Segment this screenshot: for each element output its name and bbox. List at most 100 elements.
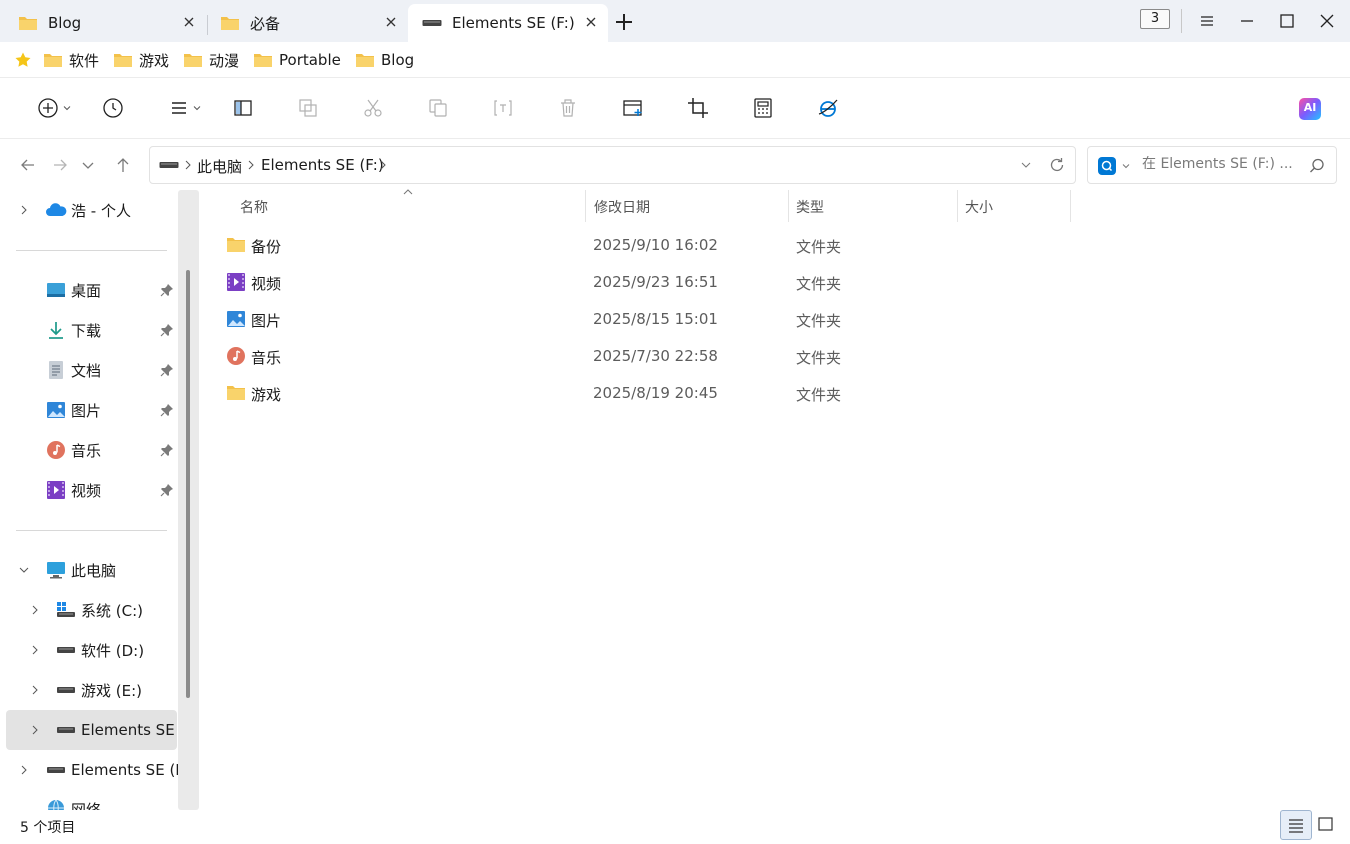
favorite-item[interactable]: 软件 (43, 49, 99, 71)
sidebar-item-videos[interactable]: 视频 (0, 470, 178, 510)
favorite-item[interactable]: Portable (253, 49, 341, 71)
tab-label: 必备 (250, 14, 281, 33)
column-divider[interactable] (788, 190, 789, 222)
details-view-button[interactable] (1280, 810, 1312, 840)
favorite-item[interactable]: 游戏 (113, 49, 169, 71)
tab-bibei[interactable]: 必备 (206, 4, 408, 42)
column-divider[interactable] (1070, 190, 1071, 222)
file-row[interactable]: 图片 2025/8/15 15:01 文件夹 (214, 301, 1338, 338)
chevron-right-icon[interactable] (378, 160, 388, 170)
menu-icon[interactable] (1196, 10, 1218, 32)
chevron-down-icon[interactable] (18, 564, 30, 576)
pin-icon[interactable] (160, 363, 174, 377)
copy-path-icon[interactable] (296, 96, 320, 120)
sidebar-item-music[interactable]: 音乐 (0, 430, 178, 470)
cut-icon[interactable] (361, 96, 385, 120)
chevron-right-icon[interactable] (18, 764, 30, 776)
chevron-down-icon[interactable] (1122, 162, 1130, 170)
chevron-down-icon[interactable] (193, 104, 201, 112)
calculator-icon[interactable] (751, 96, 775, 120)
close-icon[interactable] (384, 15, 398, 29)
new-window-icon[interactable] (621, 96, 645, 120)
file-row[interactable]: 游戏 2025/8/19 20:45 文件夹 (214, 375, 1338, 412)
column-divider[interactable] (585, 190, 586, 222)
sidebar-item-drive-c[interactable]: 系统 (C:) (0, 590, 178, 630)
preview-pane-icon[interactable] (231, 96, 255, 120)
computer-icon (46, 560, 66, 580)
sidebar-label: Elements SE ( (81, 721, 177, 739)
large-icons-view-button[interactable] (1313, 810, 1339, 840)
column-header-name[interactable]: 名称 (240, 197, 268, 217)
new-item-icon[interactable] (36, 96, 60, 120)
chevron-down-icon[interactable] (63, 104, 71, 112)
chevron-right-icon[interactable] (29, 644, 41, 656)
up-button[interactable] (112, 154, 134, 176)
close-icon[interactable] (182, 15, 196, 29)
refresh-icon[interactable] (1047, 155, 1067, 175)
file-row[interactable]: 音乐 2025/7/30 22:58 文件夹 (214, 338, 1338, 375)
new-tab-button[interactable] (612, 10, 636, 34)
crop-icon[interactable] (686, 96, 710, 120)
sidebar-item-external-drive[interactable]: Elements SE (F: (0, 750, 178, 790)
pictures-icon (46, 400, 66, 420)
sidebar-item-documents[interactable]: 文档 (0, 350, 178, 390)
ai-assistant-button[interactable]: AI (1299, 98, 1321, 120)
maximize-button[interactable] (1276, 10, 1298, 32)
sidebar-item-pictures[interactable]: 图片 (0, 390, 178, 430)
cloud-icon (45, 200, 67, 220)
close-window-button[interactable] (1316, 10, 1338, 32)
rename-icon[interactable] (491, 96, 515, 120)
windows-drive-icon (56, 600, 76, 620)
delete-icon[interactable] (556, 96, 580, 120)
breadcrumb-drive[interactable]: Elements SE (F:) (261, 156, 384, 174)
pin-icon[interactable] (160, 403, 174, 417)
search-box[interactable] (1087, 146, 1337, 184)
sidebar-item-drive-e[interactable]: 游戏 (E:) (0, 670, 178, 710)
copy-icon[interactable] (426, 96, 450, 120)
tab-blog[interactable]: Blog (4, 4, 208, 42)
column-header-modified[interactable]: 修改日期 (594, 197, 650, 217)
recent-locations-button[interactable] (77, 154, 99, 176)
chevron-down-icon[interactable] (1020, 159, 1032, 171)
favorite-item[interactable]: Blog (355, 49, 414, 71)
tab-count-badge[interactable]: 3 (1140, 9, 1170, 29)
back-button[interactable] (17, 154, 39, 176)
sidebar-item-this-pc[interactable]: 此电脑 (0, 550, 178, 590)
chevron-right-icon[interactable] (29, 724, 41, 736)
scrollbar-thumb[interactable] (186, 270, 190, 698)
column-divider[interactable] (957, 190, 958, 222)
chevron-right-icon[interactable] (183, 160, 193, 170)
pin-icon[interactable] (160, 323, 174, 337)
tab-elements-se[interactable]: Elements SE (F:) (408, 4, 608, 42)
favorite-item[interactable]: 动漫 (183, 49, 239, 71)
search-icon[interactable] (1308, 157, 1326, 175)
pin-icon[interactable] (160, 283, 174, 297)
file-row[interactable]: 备份 2025/9/10 16:02 文件夹 (214, 227, 1338, 264)
sidebar-item-desktop[interactable]: 桌面 (0, 270, 178, 310)
chevron-right-icon[interactable] (246, 160, 256, 170)
chevron-right-icon[interactable] (18, 204, 30, 216)
chevron-right-icon[interactable] (29, 604, 41, 616)
browser-icon[interactable] (816, 96, 840, 120)
close-icon[interactable] (584, 15, 598, 29)
file-row[interactable]: 视频 2025/9/23 16:51 文件夹 (214, 264, 1338, 301)
forward-button[interactable] (49, 154, 71, 176)
search-input[interactable] (1142, 156, 1302, 172)
pictures-icon (226, 309, 246, 329)
sidebar-item-drive-f[interactable]: Elements SE ( (6, 710, 177, 750)
chevron-right-icon[interactable] (29, 684, 41, 696)
view-menu-icon[interactable] (167, 96, 191, 120)
sidebar-item-downloads[interactable]: 下载 (0, 310, 178, 350)
column-header-type[interactable]: 类型 (796, 197, 824, 217)
minimize-button[interactable] (1236, 10, 1258, 32)
sidebar-item-onedrive[interactable]: 浩 - 个人 (0, 190, 178, 230)
sidebar-item-network[interactable]: 网络 (0, 790, 178, 810)
favorite-label: 动漫 (209, 51, 240, 70)
pin-icon[interactable] (160, 443, 174, 457)
breadcrumb-this-pc[interactable]: 此电脑 (197, 156, 242, 177)
search-engine-icon[interactable] (1098, 157, 1116, 175)
pin-icon[interactable] (160, 483, 174, 497)
history-icon[interactable] (101, 96, 125, 120)
sidebar-item-drive-d[interactable]: 软件 (D:) (0, 630, 178, 670)
column-header-size[interactable]: 大小 (965, 197, 993, 217)
